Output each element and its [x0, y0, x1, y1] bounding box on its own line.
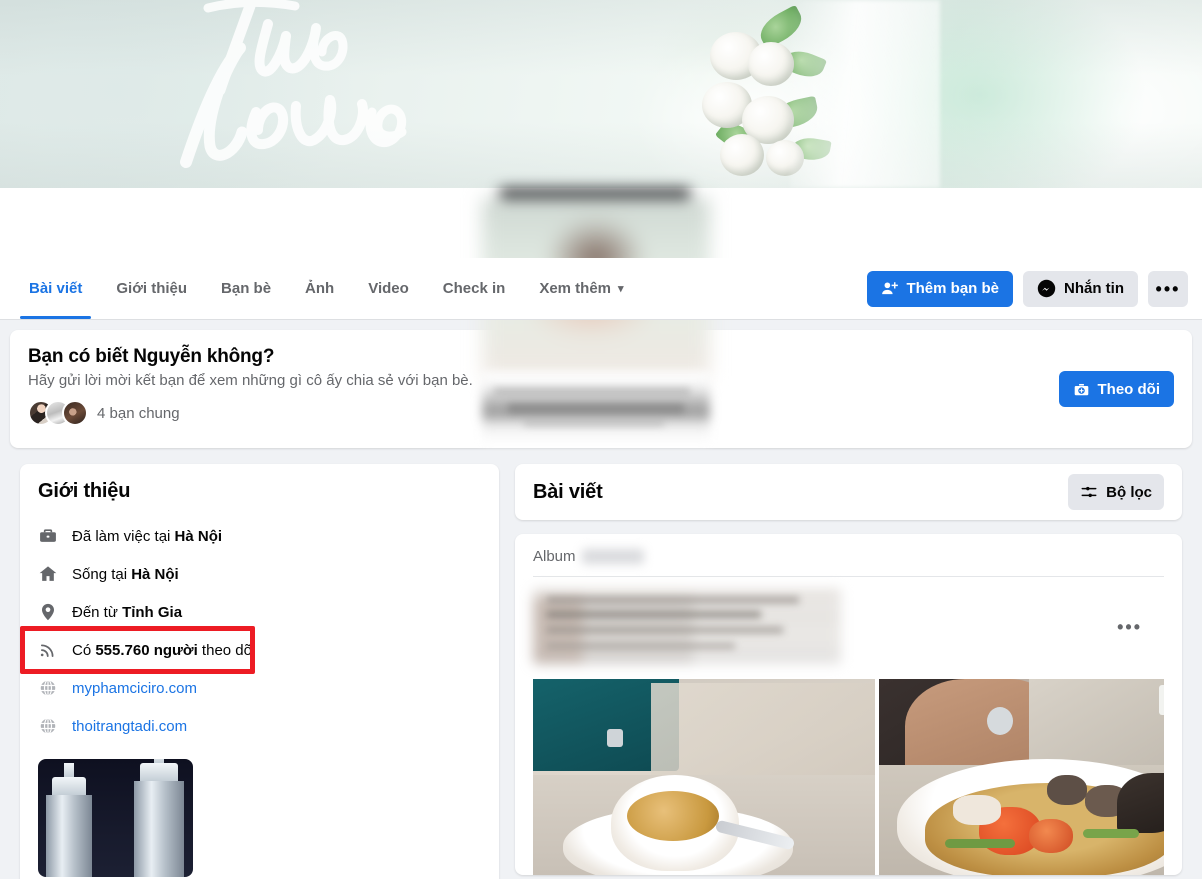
intro-row-followers: Có 555.760 người theo dõi	[20, 626, 481, 674]
mutual-friends-row[interactable]: 4 bạn chung	[28, 400, 473, 426]
avatar	[62, 400, 88, 426]
intro-row-website-2[interactable]: thoitrangtadi.com	[38, 707, 481, 745]
album-label: Album	[533, 548, 576, 565]
message-button[interactable]: Nhắn tin	[1023, 270, 1138, 307]
tab-label: Bài viết	[29, 280, 83, 297]
intro-row-text: Đến từ Tỉnh Gia	[72, 603, 183, 621]
post-divider	[533, 576, 1164, 577]
tab-label: Giới thiệu	[116, 280, 188, 297]
cover-veil	[790, 0, 940, 188]
cover-script-text	[180, 0, 407, 168]
globe-icon	[38, 678, 58, 698]
main-columns: Giới thiệu Đã làm việc tại Hà Nội Sống t…	[10, 448, 1192, 879]
tab-check-in[interactable]: Check in	[426, 258, 523, 319]
rss-icon	[38, 640, 58, 660]
facebook-profile-page: Bài viết Giới thiệu Bạn bè Ảnh Video Che…	[0, 0, 1202, 879]
home-icon	[38, 564, 58, 584]
intro-row-from: Đến từ Tỉnh Gia	[38, 593, 481, 631]
know-card-title: Bạn có biết Nguyễn không?	[28, 346, 275, 367]
profile-navbar: Bài viết Giới thiệu Bạn bè Ảnh Video Che…	[0, 258, 1202, 320]
tab-label: Video	[368, 280, 409, 297]
mutual-friends-count: 4 bạn chung	[97, 404, 180, 422]
profile-action-buttons: Thêm bạn bè Nhắn tin •••	[867, 270, 1188, 307]
album-name-censored	[581, 549, 644, 564]
tab-label: Ảnh	[305, 280, 335, 297]
profile-header	[0, 188, 1202, 443]
add-friend-button[interactable]: Thêm bạn bè	[867, 270, 1013, 307]
posts-title: Bài viết	[533, 480, 603, 503]
intro-row-text: Đã làm việc tại Hà Nội	[72, 527, 223, 545]
know-card-subtitle: Hãy gửi lời mời kết bạn để xem những gì …	[28, 372, 473, 389]
post-text-blur-lines	[547, 597, 799, 649]
location-pin-icon	[38, 602, 58, 622]
intro-row-text: Sống tại Hà Nội	[72, 565, 179, 583]
mutual-friend-avatars	[28, 400, 88, 426]
tab-video[interactable]: Video	[351, 258, 426, 319]
intro-row-lives: Sống tại Hà Nội	[38, 555, 481, 593]
post-body: •••	[533, 589, 1164, 667]
add-friend-label: Thêm bạn bè	[906, 280, 999, 297]
intro-title: Giới thiệu	[38, 480, 131, 502]
post-album-line: Album	[533, 548, 1164, 565]
messenger-icon	[1037, 279, 1056, 298]
post-photo-grid	[533, 679, 1164, 875]
intro-row-work: Đã làm việc tại Hà Nội	[38, 517, 481, 555]
profile-name-blur-streaks	[494, 388, 690, 426]
intro-row-website-1[interactable]: myphamciciro.com	[38, 669, 481, 707]
follow-plus-icon	[1074, 383, 1088, 395]
filter-label: Bộ lọc	[1106, 483, 1152, 501]
follow-label: Theo dõi	[1097, 380, 1161, 398]
profile-tabs: Bài viết Giới thiệu Bạn bè Ảnh Video Che…	[12, 258, 641, 319]
globe-icon	[38, 716, 58, 736]
post-photo-2[interactable]	[879, 679, 1164, 875]
tab-xem-them[interactable]: Xem thêm ▾	[522, 258, 640, 319]
website-link[interactable]: myphamciciro.com	[72, 680, 197, 697]
chevron-down-icon: ▾	[618, 283, 624, 295]
tab-ban-be[interactable]: Bạn bè	[204, 258, 288, 319]
message-label: Nhắn tin	[1064, 280, 1124, 297]
left-column: Giới thiệu Đã làm việc tại Hà Nội Sống t…	[20, 464, 499, 879]
post-menu-button[interactable]: •••	[1117, 617, 1142, 638]
sliders-icon	[1081, 486, 1097, 498]
intro-photo-petronas-towers[interactable]	[38, 759, 193, 877]
right-column: Bài viết Bộ lọc Album •••	[515, 464, 1182, 879]
post-photo-1[interactable]	[533, 679, 875, 875]
tab-label: Check in	[442, 280, 506, 297]
cover-photo[interactable]	[0, 0, 1202, 188]
filter-button[interactable]: Bộ lọc	[1068, 474, 1164, 510]
follow-button[interactable]: Theo dõi	[1058, 371, 1174, 407]
post-card: Album •••	[515, 534, 1182, 875]
tab-label: Xem thêm	[539, 280, 612, 297]
tab-label: Bạn bè	[221, 280, 272, 297]
tab-anh[interactable]: Ảnh	[288, 258, 351, 319]
briefcase-icon	[38, 526, 58, 546]
intro-row-text: Có 555.760 người theo dõi	[72, 641, 256, 659]
know-card-text: Bạn có biết Nguyễn không? Hãy gửi lời mờ…	[28, 346, 473, 426]
website-link[interactable]: thoitrangtadi.com	[72, 718, 187, 735]
posts-header: Bài viết Bộ lọc	[515, 464, 1182, 520]
tab-gioi-thieu[interactable]: Giới thiệu	[99, 258, 204, 319]
more-options-button[interactable]: •••	[1148, 270, 1188, 307]
person-plus-icon	[882, 282, 899, 295]
tab-bai-viet[interactable]: Bài viết	[12, 258, 99, 319]
intro-card: Giới thiệu Đã làm việc tại Hà Nội Sống t…	[20, 464, 499, 879]
ellipsis-icon: •••	[1155, 278, 1181, 299]
